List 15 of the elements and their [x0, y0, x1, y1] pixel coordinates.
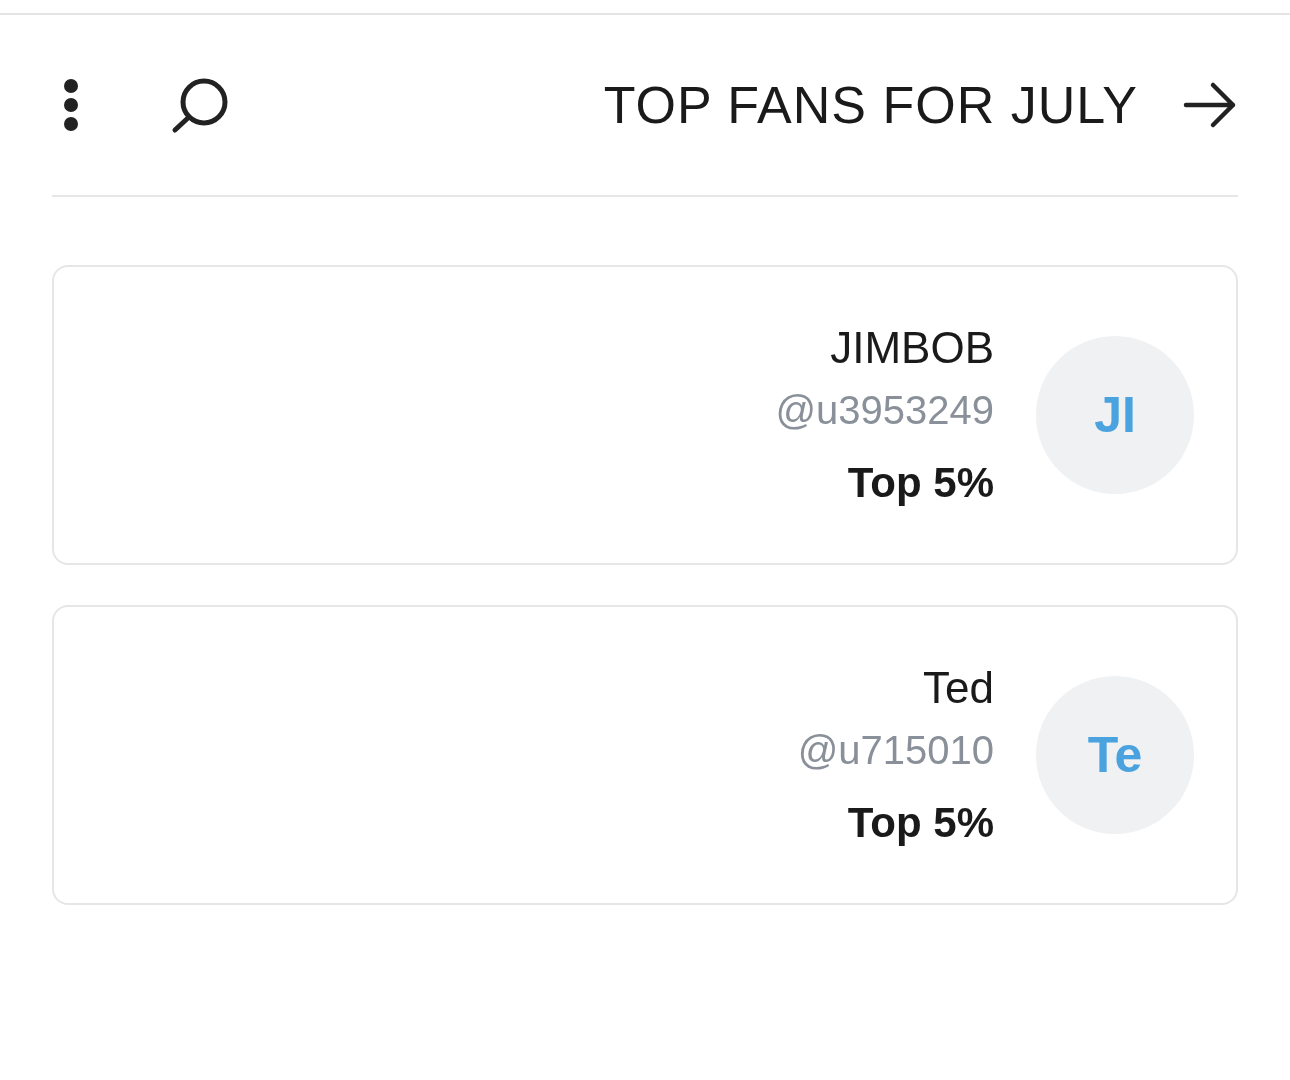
fan-card[interactable]: Te Ted @u715010 Top 5% [52, 605, 1238, 905]
page-title: TOP FANS FOR JULY [602, 75, 1138, 135]
fan-handle: @u715010 [797, 728, 994, 773]
avatar-initials: JI [1036, 336, 1194, 494]
fan-handle: @u3953249 [775, 388, 994, 433]
more-options-button[interactable] [62, 78, 80, 132]
fan-card[interactable]: JI JIMBOB @u3953249 Top 5% [52, 265, 1238, 565]
avatar-initials: Te [1036, 676, 1194, 834]
fan-rank: Top 5% [847, 460, 994, 507]
fan-name: Ted [923, 663, 994, 713]
fan-name: JIMBOB [830, 323, 994, 373]
more-options-icon [62, 78, 80, 132]
arrow-icon [1182, 81, 1238, 129]
back-button[interactable] [1182, 81, 1238, 129]
fan-rank: Top 5% [847, 800, 994, 847]
